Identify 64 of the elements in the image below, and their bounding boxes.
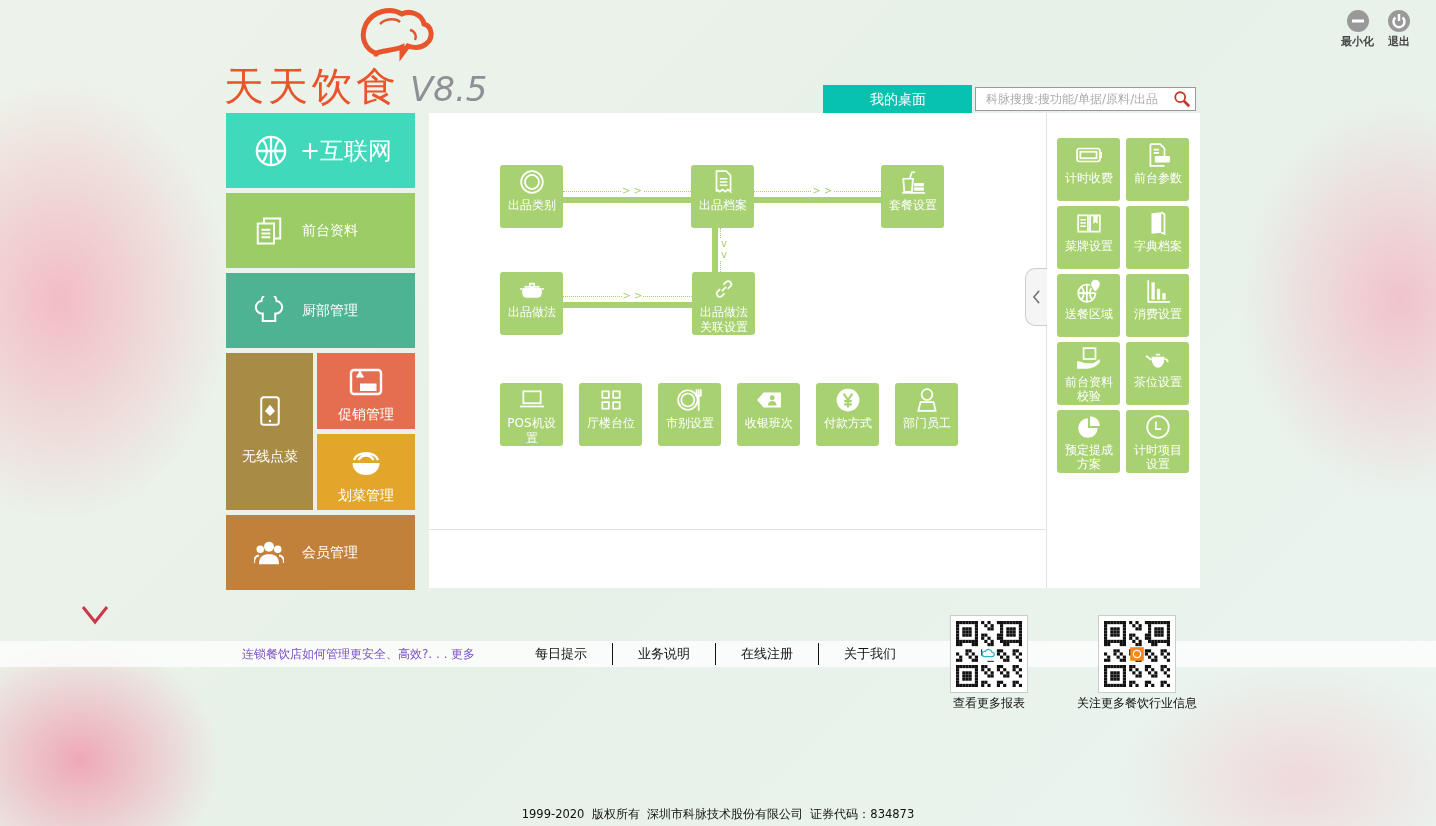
bar-chart-icon — [1144, 278, 1171, 304]
search-icon[interactable] — [1173, 90, 1191, 108]
function-tile[interactable]: POS机设置 — [500, 383, 563, 446]
search-field[interactable]: 科脉搜搜:搜功能/单据/原料/出品 — [975, 87, 1196, 111]
globe-pin-icon — [1075, 278, 1102, 304]
chevron-down-icon[interactable] — [81, 605, 109, 625]
menu-tile[interactable]: 会员管理 — [226, 515, 415, 590]
minus-icon — [1346, 10, 1369, 32]
news-headline[interactable]: 连锁餐饮店如何管理更安全、高效?. . . — [242, 647, 448, 661]
arrow-label: > > — [621, 186, 643, 196]
window-control-button[interactable]: 退出 — [1388, 10, 1410, 51]
function-tile[interactable]: 套餐设置 — [881, 165, 944, 228]
qr-caption: 关注更多餐饮行业信息 — [1077, 695, 1197, 712]
function-tile[interactable]: 出品类别 — [500, 165, 563, 228]
function-tile[interactable]: 部门员工 — [895, 383, 958, 446]
function-tile[interactable]: 市别设置 — [658, 383, 721, 446]
function-tile[interactable]: 茶位设置 — [1126, 342, 1189, 405]
version-label: V8.5 — [410, 72, 488, 106]
function-tile[interactable]: 计时收费 — [1057, 138, 1120, 201]
function-tile[interactable]: 消费设置 — [1126, 274, 1189, 337]
footer-link[interactable]: 业务说明 — [612, 643, 715, 665]
menu-tile[interactable]: 前台资料 — [226, 193, 415, 268]
function-tile[interactable]: 前台资料校验 — [1057, 342, 1120, 405]
logo-title: 天天饮食 — [224, 66, 400, 106]
function-tile[interactable]: 出品做法关联设置 — [692, 272, 755, 335]
yen-coin-icon — [834, 387, 861, 413]
menu-tile[interactable]: 无线点菜 — [226, 353, 313, 510]
window-control-button[interactable]: 最小化 — [1341, 10, 1374, 51]
function-tile[interactable]: 出品做法 — [500, 272, 563, 335]
menu-tile[interactable]: +互联网 — [226, 113, 415, 188]
menu-tile[interactable]: 划菜管理 — [317, 434, 415, 510]
collapse-handle[interactable] — [1025, 268, 1047, 326]
footer-link[interactable]: 在线注册 — [715, 643, 818, 665]
function-tile[interactable]: 付款方式 — [816, 383, 879, 446]
plate-fork-icon — [676, 387, 703, 413]
copyright-text: 1999-2020 版权所有 深圳市科脉技术股份有限公司 证券代码：834873 — [520, 805, 916, 823]
function-tile[interactable]: 菜牌设置 — [1057, 206, 1120, 269]
function-tile[interactable]: 出品档案 — [691, 165, 754, 228]
more-link[interactable]: 更多 — [451, 647, 476, 661]
globe-icon — [254, 133, 288, 168]
function-tile[interactable]: 计时项目设置 — [1126, 410, 1189, 473]
function-tile[interactable]: 收银班次 — [737, 383, 800, 446]
footer-link[interactable]: 每日提示 — [514, 643, 612, 665]
function-tile[interactable]: 送餐区域 — [1057, 274, 1120, 337]
clock-icon — [1144, 414, 1171, 440]
function-tile[interactable]: 字典档案 — [1126, 206, 1189, 269]
function-tile[interactable]: 预定提成方案 — [1057, 410, 1120, 473]
arrow-label: > > — [621, 291, 644, 301]
arrow-label: vv — [719, 238, 729, 260]
plate-icon — [518, 169, 545, 195]
pie-chart-icon — [1075, 414, 1102, 440]
drink-burger-icon — [899, 169, 926, 195]
menu-tile[interactable]: 厨部管理 — [226, 273, 415, 348]
function-tile[interactable]: 前台参数 — [1126, 138, 1189, 201]
qr-caption: 查看更多报表 — [953, 695, 1025, 712]
desktop-tab[interactable]: 我的桌面 — [823, 85, 972, 113]
power-icon — [1388, 10, 1410, 32]
function-tile[interactable]: 厅楼台位 — [579, 383, 642, 446]
arrow-label: > > — [811, 186, 834, 196]
footer-link[interactable]: 关于我们 — [818, 643, 921, 665]
menu-tile[interactable]: 促销管理 — [317, 353, 415, 429]
chevron-left-icon — [1032, 290, 1041, 304]
documents-icon — [254, 215, 284, 246]
hand-box-icon — [1075, 346, 1102, 372]
